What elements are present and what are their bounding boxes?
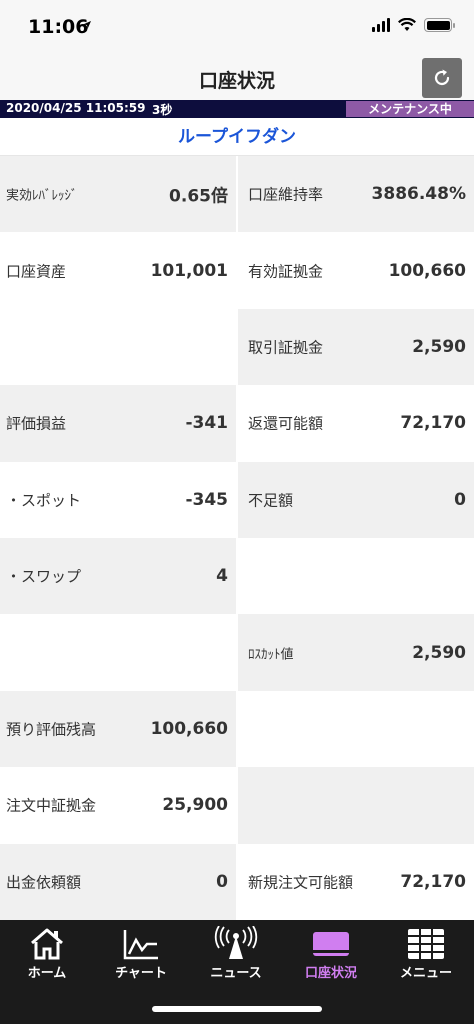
cell-value: 4 [216, 566, 228, 587]
wifi-icon [398, 18, 416, 31]
location-arrow-icon [83, 21, 91, 29]
cell-label: 評価損益 [6, 414, 67, 433]
menu-grid-icon [408, 929, 444, 959]
table-row: 実効ﾚﾊﾞﾚｯｼﾞ 0.65倍 口座維持率 3886.48% [0, 156, 474, 233]
cell-value: 101,001 [150, 260, 228, 281]
cell-label: 返還可能額 [248, 414, 324, 433]
status-cell: 実効ﾚﾊﾞﾚｯｼﾞ 0.65倍 [0, 156, 236, 233]
cell-value: 25,900 [162, 795, 228, 816]
cell-label: 預り評価残高 [6, 720, 97, 739]
cell-value: -341 [185, 413, 228, 434]
status-cell [0, 308, 236, 386]
news-icon [214, 926, 258, 959]
table-row: 口座資産 101,001 有効証拠金 100,660 [0, 232, 474, 309]
cell-value: 0 [454, 489, 466, 510]
home-indicator[interactable] [152, 1006, 322, 1012]
cellular-signal-icon [372, 18, 390, 32]
cell-label: ・スポット [6, 491, 82, 510]
status-indicators [372, 18, 455, 32]
status-cell: ﾛｽｶｯﾄ値 2,590 [238, 614, 474, 691]
tab-home[interactable]: ホーム [0, 926, 94, 981]
tab-label: メニュー [399, 966, 452, 981]
cell-value: 3886.48% [371, 184, 466, 205]
cell-label: ﾛｽｶｯﾄ値 [248, 647, 294, 663]
table-row: ・スポット -345 不足額 0 [0, 461, 474, 538]
tab-label: チャート [115, 966, 167, 981]
status-cell: 取引証拠金 2,590 [238, 308, 474, 386]
status-cell: 有効証拠金 100,660 [238, 232, 474, 309]
chart-icon [123, 930, 158, 960]
tab-menu[interactable]: メニュー [379, 926, 473, 981]
status-cell [238, 690, 474, 768]
page-title: 口座状況 [198, 70, 275, 92]
table-row: ﾛｽｶｯﾄ値 2,590 [0, 614, 474, 691]
status-cell: 口座維持率 3886.48% [238, 156, 474, 233]
tab-label: 口座状況 [304, 966, 357, 981]
info-strip: 2020/04/25 11:05:59 3秒 メンテナンス中 [0, 100, 474, 118]
status-cell: 評価損益 -341 [0, 385, 236, 462]
status-cell: ・スワップ 4 [0, 537, 236, 615]
status-cell: 預り評価残高 100,660 [0, 690, 236, 768]
refresh-button[interactable] [422, 58, 462, 98]
nav-bar: 口座状況 [0, 58, 474, 100]
cell-label: 取引証拠金 [248, 338, 324, 357]
table-row: 預り評価残高 100,660 [0, 690, 474, 768]
battery-icon [424, 18, 455, 32]
table-row: ・スワップ 4 [0, 537, 474, 615]
cell-value: 72,170 [400, 871, 466, 892]
cell-value: 2,590 [412, 642, 466, 663]
status-cell: ・スポット -345 [0, 461, 236, 538]
cell-label: 新規注文可能額 [248, 873, 354, 892]
cell-value: -345 [185, 489, 228, 510]
cell-value: 100,660 [388, 260, 466, 281]
cell-value: 72,170 [400, 413, 466, 434]
tab-account-status[interactable]: 口座状況 [284, 926, 378, 981]
tab-chart[interactable]: チャート [94, 926, 188, 981]
refresh-icon [434, 69, 450, 86]
cell-label: 口座維持率 [248, 185, 324, 204]
cell-label: 出金依頼額 [6, 873, 82, 892]
tab-news[interactable]: ニュース [189, 926, 283, 981]
status-cell [238, 537, 474, 615]
cell-value: 0 [216, 871, 228, 892]
cell-label: ・スワップ [6, 567, 82, 586]
cell-label: 実効ﾚﾊﾞﾚｯｼﾞ [6, 188, 78, 204]
status-cell: 注文中証拠金 25,900 [0, 767, 236, 844]
status-cell: 口座資産 101,001 [0, 232, 236, 309]
status-bar: 11:06 [0, 0, 474, 58]
update-interval: 3秒 [152, 103, 173, 117]
home-icon [31, 928, 63, 960]
cell-label: 有効証拠金 [248, 262, 324, 281]
status-cell [238, 767, 474, 844]
status-cell: 出金依頼額 0 [0, 843, 236, 920]
table-row: 取引証拠金 2,590 [0, 308, 474, 386]
status-cell: 返還可能額 72,170 [238, 385, 474, 462]
update-datetime: 2020/04/25 11:05:59 [6, 101, 146, 115]
table-row: 評価損益 -341 返還可能額 72,170 [0, 385, 474, 462]
account-status-grid: 実効ﾚﾊﾞﾚｯｼﾞ 0.65倍 口座維持率 3886.48% 口座資産 101,… [0, 156, 474, 920]
account-icon [313, 932, 349, 956]
maintenance-badge[interactable]: メンテナンス中 [346, 101, 474, 117]
cell-label: 不足額 [248, 491, 294, 510]
status-cell [0, 614, 236, 691]
status-cell: 不足額 0 [238, 461, 474, 538]
table-row: 出金依頼額 0 新規注文可能額 72,170 [0, 843, 474, 920]
status-cell: 新規注文可能額 72,170 [238, 843, 474, 920]
table-row: 注文中証拠金 25,900 [0, 767, 474, 844]
status-time: 11:06 [28, 16, 89, 38]
cell-value: 0.65倍 [169, 186, 228, 207]
tab-label: ニュース [210, 966, 262, 981]
tab-label: ホーム [27, 966, 67, 981]
account-name: ループイフダン [0, 118, 474, 156]
cell-value: 100,660 [150, 718, 228, 739]
cell-value: 2,590 [412, 336, 466, 357]
cell-label: 口座資産 [6, 262, 67, 281]
cell-label: 注文中証拠金 [6, 796, 97, 815]
